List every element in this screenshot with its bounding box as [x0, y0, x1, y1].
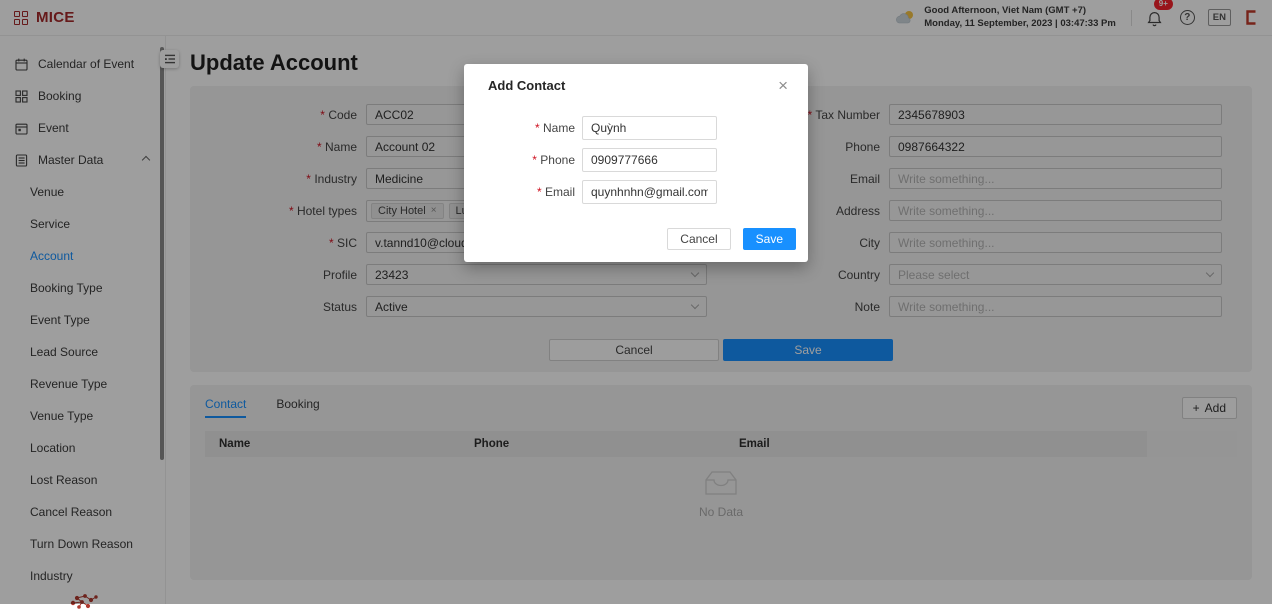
modal-save-button[interactable]: Save [743, 228, 796, 250]
close-icon[interactable]: × [778, 77, 788, 94]
modal-title: Add Contact [488, 78, 565, 93]
contact-email-input[interactable] [582, 180, 717, 204]
contact-phone-input[interactable] [582, 148, 717, 172]
contact-name-input[interactable] [582, 116, 717, 140]
contact-email-label: Email [464, 185, 582, 199]
modal-cancel-button[interactable]: Cancel [667, 228, 730, 250]
contact-name-label: Name [464, 121, 582, 135]
contact-phone-label: Phone [464, 153, 582, 167]
add-contact-modal: Add Contact × Name Phone Email Cancel Sa… [464, 64, 808, 262]
